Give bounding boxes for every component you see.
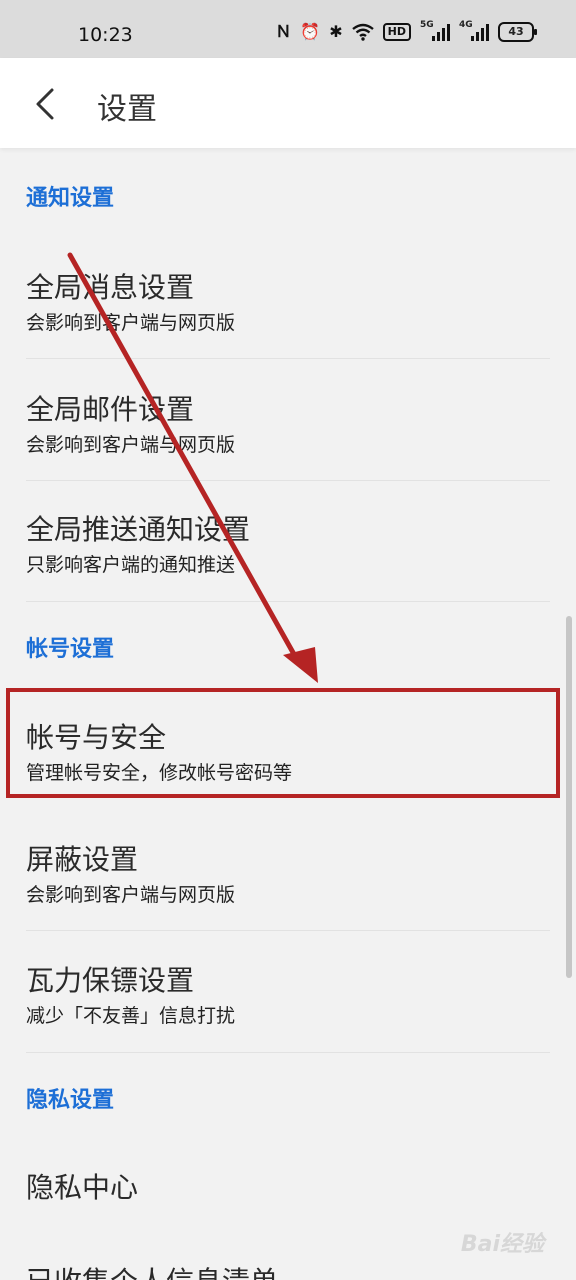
annotation-arrow-icon xyxy=(67,252,318,683)
watermark-logo: Bai经验 xyxy=(460,1232,544,1257)
